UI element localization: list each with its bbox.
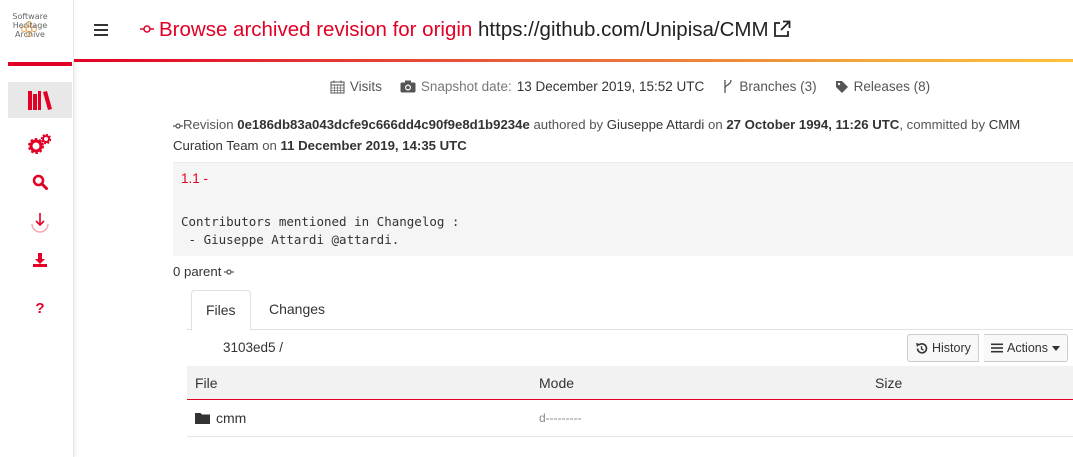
help-icon: ? <box>35 299 45 317</box>
revision-icon <box>140 25 154 33</box>
table-row[interactable]: cmm d--------- <box>187 400 1073 437</box>
parents-info: 0 parent <box>173 264 235 279</box>
origin-url-link[interactable]: https://github.com/Unipisa/CMM <box>478 18 769 41</box>
revision-info: Revision 0e186db83a043dcfe9c666dd4c90f9e… <box>173 114 1073 156</box>
revision-message: 1.1 - Contributors mentioned in Changelo… <box>173 162 1073 256</box>
sidebar-item-help[interactable]: ? <box>8 290 72 326</box>
tab-files[interactable]: Files <box>191 290 251 331</box>
branches-label: Branches (3) <box>739 79 817 94</box>
top-bar: Browse archived revision for origin http… <box>74 0 1073 62</box>
releases-link[interactable]: Releases (8) <box>835 79 931 94</box>
message-line-1: Contributors mentioned in Changelog : <box>181 214 460 229</box>
menu-toggle-icon[interactable] <box>94 24 108 38</box>
table-header: File Mode Size <box>187 366 1073 400</box>
column-header-file[interactable]: File <box>195 375 218 391</box>
save-code-now-icon <box>31 213 49 233</box>
origin-stats: Visits Snapshot date: 13 December 2019, … <box>187 79 1073 94</box>
sidebar-item-save-code-now[interactable] <box>8 204 72 240</box>
actions-label: Actions <box>1007 341 1048 355</box>
camera-icon <box>400 80 416 93</box>
branches-link[interactable]: Branches (3) <box>722 79 817 94</box>
revision-icon <box>224 268 235 275</box>
on-text-2: on <box>262 138 277 153</box>
logo-text-line1: Software <box>12 12 48 21</box>
column-header-size[interactable]: Size <box>875 375 902 391</box>
tab-changes[interactable]: Changes <box>255 290 339 330</box>
swh-logo[interactable]: Software Heritage Archive <box>4 12 56 56</box>
releases-label: Releases (8) <box>853 79 931 94</box>
file-name-link[interactable]: cmm <box>216 410 246 426</box>
revision-id: 0e186db83a043dcfe9c666dd4c90f9e8d1b9234e <box>237 117 530 132</box>
committed-date: 11 December 2019, 14:35 UTC <box>280 138 467 153</box>
sidebar-item-download[interactable] <box>8 242 72 278</box>
logo-text-line3: Archive <box>15 30 45 39</box>
header-gradient-rule <box>74 59 1073 62</box>
visits-label: Visits <box>349 79 382 94</box>
branch-icon <box>724 79 732 93</box>
tag-icon <box>835 80 848 93</box>
caret-down-icon <box>1052 345 1060 351</box>
revision-icon <box>173 122 183 129</box>
authored-date: 27 October 1994, 11:26 UTC <box>726 117 900 132</box>
history-icon <box>916 342 928 354</box>
author-name: Giuseppe Attardi <box>606 117 705 132</box>
search-icon <box>32 174 48 190</box>
column-header-mode[interactable]: Mode <box>539 375 574 391</box>
gears-icon <box>28 134 52 154</box>
committed-by-text: , committed by <box>899 117 986 132</box>
sidebar: Software Heritage Archive ? <box>0 0 74 457</box>
library-icon <box>28 91 52 110</box>
visits-link[interactable]: Visits <box>330 79 382 94</box>
snapshot-date: Snapshot date: 13 December 2019, 15:52 U… <box>400 79 704 94</box>
sidebar-item-search[interactable] <box>8 164 72 200</box>
authored-by-text: authored by <box>533 117 604 132</box>
sidebar-item-archive[interactable] <box>8 82 72 118</box>
folder-icon <box>195 413 210 424</box>
history-label: History <box>932 341 971 355</box>
sidebar-item-vault[interactable] <box>8 126 72 162</box>
menu-lines-icon <box>991 343 1003 353</box>
snapshot-date-label: Snapshot date: <box>420 79 512 94</box>
directory-toolbar: 3103ed5 / History Actions <box>187 330 1073 366</box>
sidebar-accent-rule <box>8 62 72 66</box>
logo-text-line2: Heritage <box>12 21 48 30</box>
calendar-icon <box>330 80 345 93</box>
revision-tabs: Files Changes <box>187 290 1073 331</box>
download-icon <box>33 253 47 267</box>
on-text-1: on <box>707 117 723 132</box>
file-cell[interactable]: cmm <box>195 410 246 426</box>
message-line-2: - Giuseppe Attardi @attardi. <box>181 232 400 247</box>
title-prefix: Browse archived revision for origin <box>159 18 473 41</box>
snapshot-date-value: 13 December 2019, 15:52 UTC <box>516 79 705 94</box>
page-title: Browse archived revision for origin http… <box>140 18 792 42</box>
external-link-icon[interactable] <box>772 19 792 39</box>
breadcrumb[interactable]: 3103ed5 / <box>223 340 283 355</box>
history-button[interactable]: History <box>907 334 979 362</box>
mode-cell: d--------- <box>539 411 582 425</box>
parents-label: 0 parent <box>173 264 222 279</box>
actions-dropdown[interactable]: Actions <box>984 334 1068 362</box>
revision-label: Revision <box>183 117 234 132</box>
message-version: 1.1 - <box>181 171 209 186</box>
